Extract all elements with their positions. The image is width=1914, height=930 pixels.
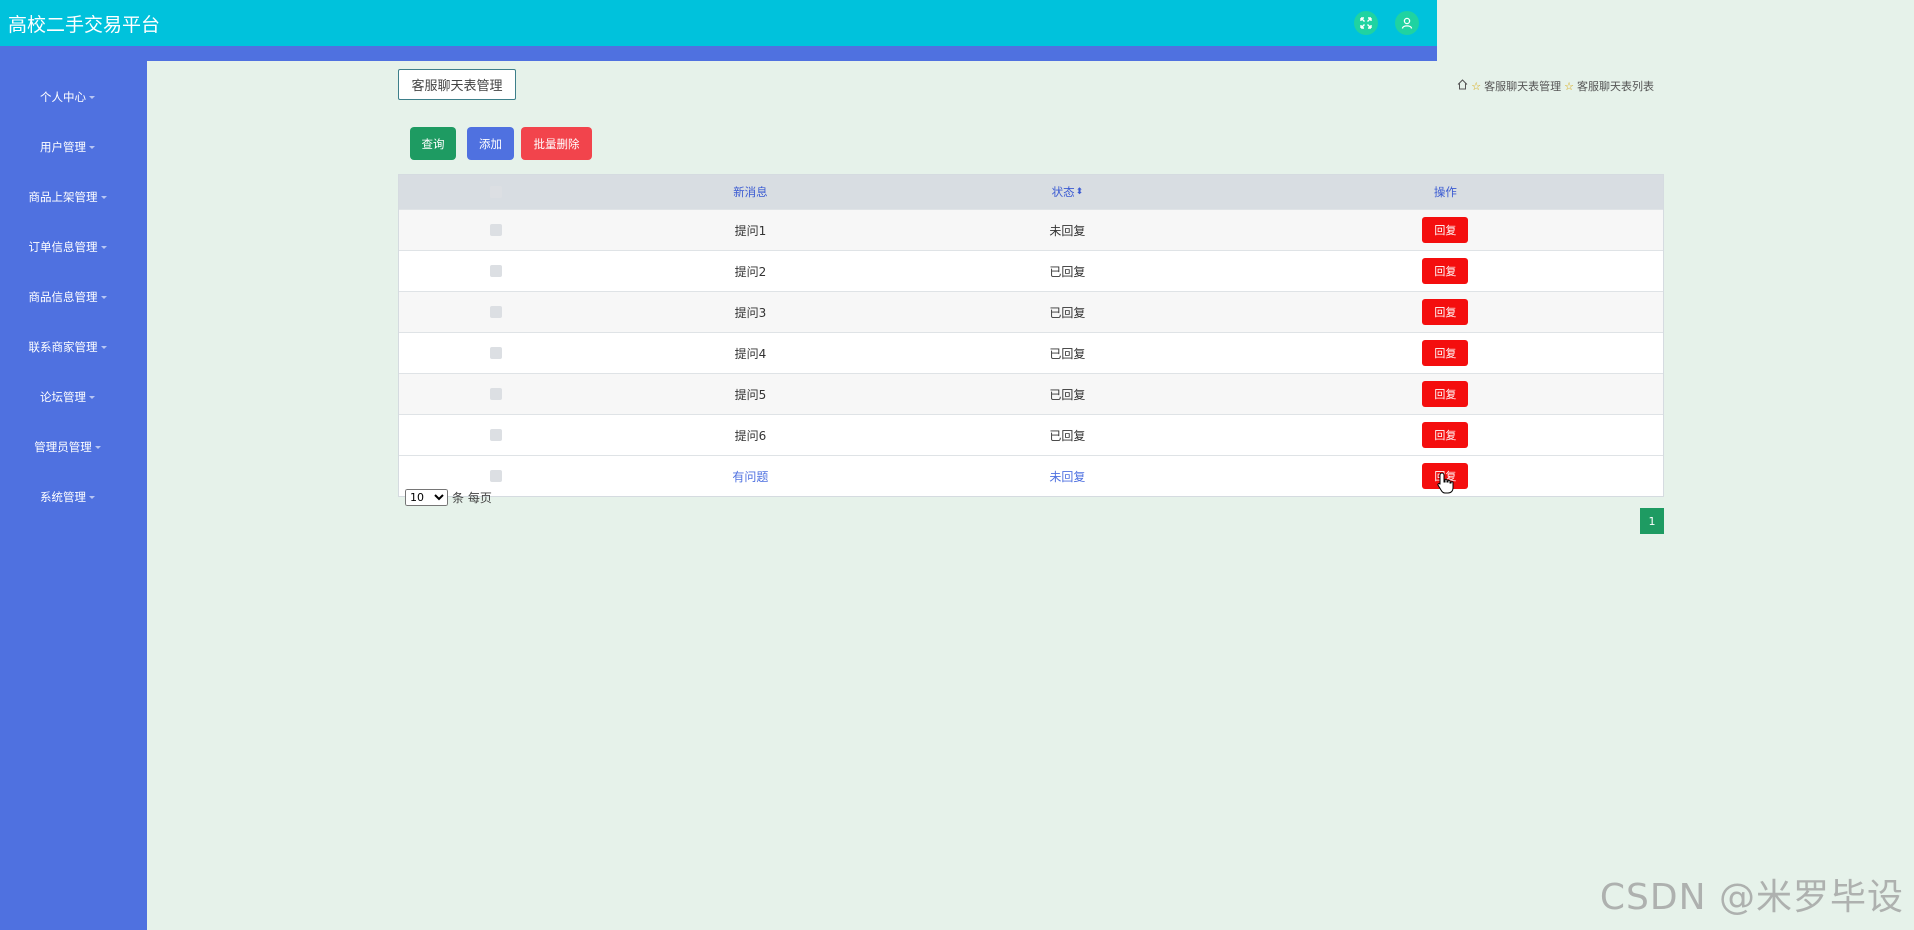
chevron-down-icon <box>100 246 107 249</box>
column-header-status[interactable]: 状态 ⬍ <box>907 175 1228 209</box>
message-cell: 提问2 <box>734 264 767 279</box>
sidebar-item-admin[interactable]: 管理员管理 <box>0 439 135 455</box>
reply-button[interactable]: 回复 <box>1422 340 1469 366</box>
status-cell: 未回复 <box>1049 469 1086 484</box>
row-checkbox[interactable] <box>490 265 503 277</box>
chevron-down-icon <box>89 396 95 399</box>
search-button[interactable]: 查询 <box>410 127 456 160</box>
chevron-down-icon <box>89 496 95 499</box>
page-number-button[interactable]: 1 <box>1640 508 1664 534</box>
table-row: 提问5 已回复 回复 <box>399 373 1663 414</box>
status-cell: 已回复 <box>1049 428 1086 443</box>
sidebar-item-forum[interactable]: 论坛管理 <box>0 389 135 405</box>
chevron-down-icon <box>89 96 95 99</box>
status-cell: 未回复 <box>1049 223 1086 238</box>
status-cell: 已回复 <box>1049 264 1086 279</box>
reply-button[interactable]: 回复 <box>1422 381 1469 407</box>
sidebar-item-contact-merchant[interactable]: 联系商家管理 <box>0 339 135 355</box>
sidebar-item-label: 系统管理 <box>40 490 86 504</box>
page-size-control: 10 条 每页 <box>405 489 492 506</box>
status-cell: 已回复 <box>1049 387 1086 402</box>
column-header-action: 操作 <box>1433 185 1457 199</box>
chevron-down-icon <box>89 146 95 149</box>
message-cell: 提问1 <box>734 223 767 238</box>
sidebar: 个人中心 用户管理 商品上架管理 订单信息管理 商品信息管理 联系商家管理 论坛… <box>0 61 147 930</box>
table-row: 提问6 已回复 回复 <box>399 414 1663 455</box>
sidebar-item-label: 管理员管理 <box>34 440 92 454</box>
chevron-down-icon <box>100 196 107 199</box>
sidebar-item-product-info[interactable]: 商品信息管理 <box>0 289 135 305</box>
sidebar-item-system[interactable]: 系统管理 <box>0 489 135 505</box>
app-title: 高校二手交易平台 <box>8 14 161 36</box>
sidebar-item-label: 商品信息管理 <box>28 290 98 304</box>
table-row: 提问4 已回复 回复 <box>399 332 1663 373</box>
watermark: CSDN @米罗毕设 <box>1599 877 1904 918</box>
sidebar-item-label: 商品上架管理 <box>28 190 98 204</box>
column-header-message: 新消息 <box>733 185 768 199</box>
chevron-down-icon <box>100 296 107 299</box>
sidebar-item-label: 用户管理 <box>40 140 86 154</box>
status-cell: 已回复 <box>1049 346 1086 361</box>
select-all-checkbox[interactable] <box>490 186 503 198</box>
row-checkbox[interactable] <box>490 388 503 400</box>
sidebar-item-order-info[interactable]: 订单信息管理 <box>0 239 135 255</box>
sidebar-item-product-listing[interactable]: 商品上架管理 <box>0 189 135 205</box>
table-row: 提问1 未回复 回复 <box>399 209 1663 250</box>
page-title: 客服聊天表管理 <box>398 69 516 100</box>
message-cell: 提问4 <box>734 346 767 361</box>
row-checkbox[interactable] <box>490 429 503 441</box>
row-checkbox[interactable] <box>490 306 503 318</box>
table-row: 有问题 未回复 回复 <box>399 455 1663 496</box>
batch-delete-button[interactable]: 批量删除 <box>521 127 592 160</box>
row-checkbox[interactable] <box>490 224 503 236</box>
message-cell: 提问3 <box>734 305 767 320</box>
sidebar-item-personal-center[interactable]: 个人中心 <box>0 89 135 105</box>
sort-icon[interactable]: ⬍ <box>1076 187 1084 197</box>
add-button[interactable]: 添加 <box>467 127 514 160</box>
page-size-select[interactable]: 10 <box>405 489 448 506</box>
sidebar-item-label: 个人中心 <box>40 90 86 104</box>
row-checkbox[interactable] <box>490 347 503 359</box>
sidebar-item-label: 论坛管理 <box>40 390 86 404</box>
star-icon: ☆ <box>1564 79 1574 93</box>
home-icon[interactable] <box>1457 79 1468 93</box>
breadcrumb: ☆ 客服聊天表管理 ☆ 客服聊天表列表 <box>1457 78 1654 94</box>
breadcrumb-item: 客服聊天表列表 <box>1577 80 1654 93</box>
page-size-label: 条 每页 <box>452 491 492 505</box>
reply-button[interactable]: 回复 <box>1422 299 1469 325</box>
fullscreen-icon[interactable] <box>1354 11 1378 35</box>
chevron-down-icon <box>94 446 101 449</box>
message-cell: 提问5 <box>734 387 767 402</box>
sidebar-item-user-management[interactable]: 用户管理 <box>0 139 135 155</box>
status-cell: 已回复 <box>1049 305 1086 320</box>
mouse-cursor-icon <box>1436 472 1456 497</box>
top-header: 高校二手交易平台 <box>0 0 1437 46</box>
reply-button[interactable]: 回复 <box>1422 258 1469 284</box>
user-icon[interactable] <box>1395 11 1419 35</box>
table-header-row: 新消息 状态 ⬍ 操作 <box>399 175 1663 209</box>
star-icon: ☆ <box>1471 79 1482 93</box>
message-cell: 提问6 <box>734 428 767 443</box>
table-row: 提问2 已回复 回复 <box>399 250 1663 291</box>
breadcrumb-item[interactable]: 客服聊天表管理 <box>1484 78 1561 94</box>
message-cell: 有问题 <box>732 469 769 484</box>
sidebar-item-label: 订单信息管理 <box>28 240 98 254</box>
reply-button[interactable]: 回复 <box>1422 422 1469 448</box>
table-row: 提问3 已回复 回复 <box>399 291 1663 332</box>
header-subbar <box>0 46 1437 61</box>
reply-button[interactable]: 回复 <box>1422 217 1469 243</box>
chevron-down-icon <box>100 346 107 349</box>
chat-table: 新消息 状态 ⬍ 操作 提问1 未回复 回复 提问2 已回复 回复 提问3 已回复… <box>398 174 1664 497</box>
sidebar-item-label: 联系商家管理 <box>28 340 98 354</box>
row-checkbox[interactable] <box>490 470 503 482</box>
